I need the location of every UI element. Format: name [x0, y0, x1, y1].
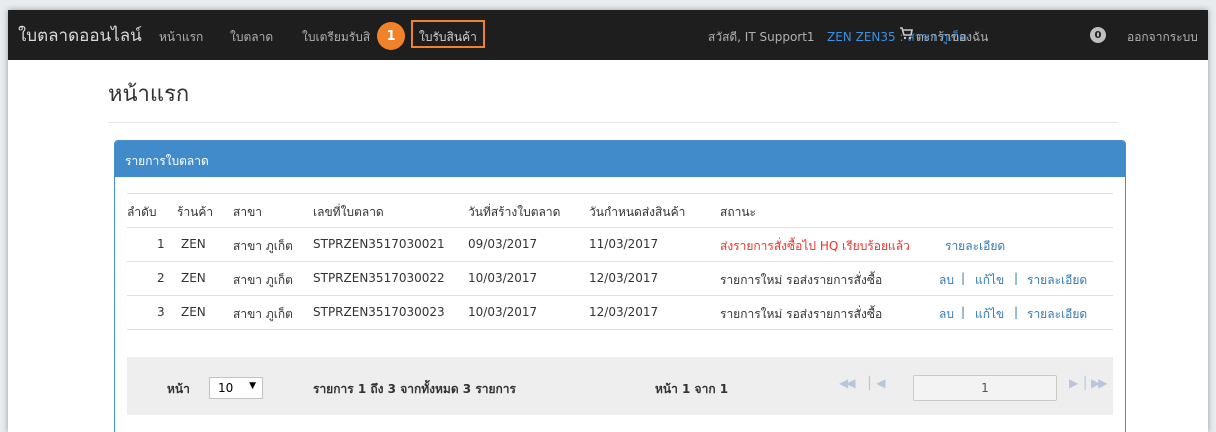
col-header-status: สถานะ	[720, 205, 756, 219]
page-of-text: หน้า 1 จาก 1	[655, 382, 729, 396]
cell-no: 3	[157, 305, 165, 319]
step-marker-badge: 1	[377, 22, 405, 50]
logout-link[interactable]: ออกจากระบบ	[1127, 28, 1198, 47]
row-divider	[127, 295, 1113, 296]
row-divider	[127, 329, 1113, 330]
col-header-no: ลำดับ	[127, 205, 157, 219]
cart-link[interactable]: ตะกร้าของฉัน	[916, 28, 988, 47]
nav-link-home[interactable]: หน้าแรก	[159, 28, 203, 47]
chevron-down-icon: ▼	[249, 381, 256, 391]
nav-link-receive-goods[interactable]: ใบรับสินค้า	[419, 28, 477, 47]
cell-no: 2	[157, 271, 165, 285]
next-page-icon[interactable]: ▶▕	[1069, 376, 1086, 390]
nav-link-market-sheet[interactable]: ใบตลาด	[230, 28, 273, 47]
title-divider	[108, 122, 1118, 123]
cart-count-badge: 0	[1090, 27, 1106, 43]
prev-page-icon[interactable]: ▏◀	[869, 376, 886, 390]
cell-created-date: 10/03/2017	[468, 271, 538, 285]
cell-status: รายการใหม่ รอส่งรายการสั่งซื้อ	[720, 307, 883, 321]
edit-link[interactable]: แก้ไข	[975, 305, 1004, 324]
cell-shop: ZEN	[181, 305, 206, 319]
last-page-icon[interactable]: ▶▶	[1091, 376, 1108, 390]
greeting-text: สวัสดี, IT Support1	[708, 30, 815, 44]
cell-branch: สาขา ภูเก็ต	[233, 307, 293, 321]
browser-frame: ใบตลาดออนไลน์ หน้าแรก ใบตลาด ใบเตรียมรับ…	[8, 10, 1208, 432]
action-separator: |	[961, 271, 966, 285]
page-size-label: หน้า	[167, 382, 190, 396]
cell-no: 1	[157, 237, 165, 251]
market-sheet-panel: รายการใบตลาด ลำดับ ร้านค้า สาขา เลขที่ใบ…	[114, 140, 1126, 432]
action-separator: |	[1014, 271, 1019, 285]
details-link[interactable]: รายละเอียด	[1027, 271, 1087, 290]
cell-status: รายการใหม่ รอส่งรายการสั่งซื้อ	[720, 273, 883, 287]
action-separator: |	[961, 305, 966, 319]
row-divider	[127, 261, 1113, 262]
delete-link[interactable]: ลบ	[939, 305, 954, 324]
delete-link[interactable]: ลบ	[939, 271, 954, 290]
col-header-doc-no: เลขที่ใบตลาด	[313, 205, 384, 219]
pagination-bar: หน้า 10 ▼ รายการ 1 ถึง 3 จากทั้งหมด 3 รา…	[127, 357, 1113, 415]
current-page-input[interactable]: 1	[913, 375, 1057, 401]
table-top-divider	[127, 193, 1113, 194]
panel-header: รายการใบตลาด	[115, 141, 1125, 177]
page-size-select[interactable]: 10 ▼	[209, 377, 263, 399]
panel-title: รายการใบตลาด	[125, 154, 209, 168]
nav-link-prepare-receive[interactable]: ใบเตรียมรับสิ	[302, 28, 370, 47]
details-link[interactable]: รายละเอียด	[945, 237, 1005, 256]
details-link[interactable]: รายละเอียด	[1027, 305, 1087, 324]
col-header-due: วันกำหนดส่งสินค้า	[589, 205, 686, 219]
brand-logo-text[interactable]: ใบตลาดออนไลน์	[18, 22, 142, 49]
cell-due-date: 12/03/2017	[589, 305, 659, 319]
cell-doc-no: STPRZEN3517030021	[313, 237, 445, 251]
records-summary: รายการ 1 ถึง 3 จากทั้งหมด 3 รายการ	[313, 382, 516, 396]
col-header-shop: ร้านค้า	[177, 205, 214, 219]
cell-status: ส่งรายการสั่งซื้อไป HQ เรียบร้อยแล้ว	[720, 239, 910, 253]
cart-icon[interactable]	[899, 26, 913, 40]
cell-doc-no: STPRZEN3517030023	[313, 305, 445, 319]
cell-due-date: 11/03/2017	[589, 237, 659, 251]
header-divider	[127, 227, 1113, 228]
cell-due-date: 12/03/2017	[589, 271, 659, 285]
page-size-value: 10	[218, 381, 234, 395]
cell-shop: ZEN	[181, 237, 206, 251]
action-separator: |	[1014, 305, 1019, 319]
cell-branch: สาขา ภูเก็ต	[233, 239, 293, 253]
top-navbar: ใบตลาดออนไลน์ หน้าแรก ใบตลาด ใบเตรียมรับ…	[8, 10, 1208, 60]
col-header-branch: สาขา	[233, 205, 263, 219]
cell-doc-no: STPRZEN3517030022	[313, 271, 445, 285]
edit-link[interactable]: แก้ไข	[975, 271, 1004, 290]
first-page-icon[interactable]: ◀◀	[839, 376, 856, 390]
col-header-created: วันที่สร้างใบตลาด	[468, 205, 561, 219]
cell-shop: ZEN	[181, 271, 206, 285]
cell-created-date: 10/03/2017	[468, 305, 538, 319]
page-title: หน้าแรก	[108, 82, 190, 107]
cell-branch: สาขา ภูเก็ต	[233, 273, 293, 287]
cell-created-date: 09/03/2017	[468, 237, 538, 251]
